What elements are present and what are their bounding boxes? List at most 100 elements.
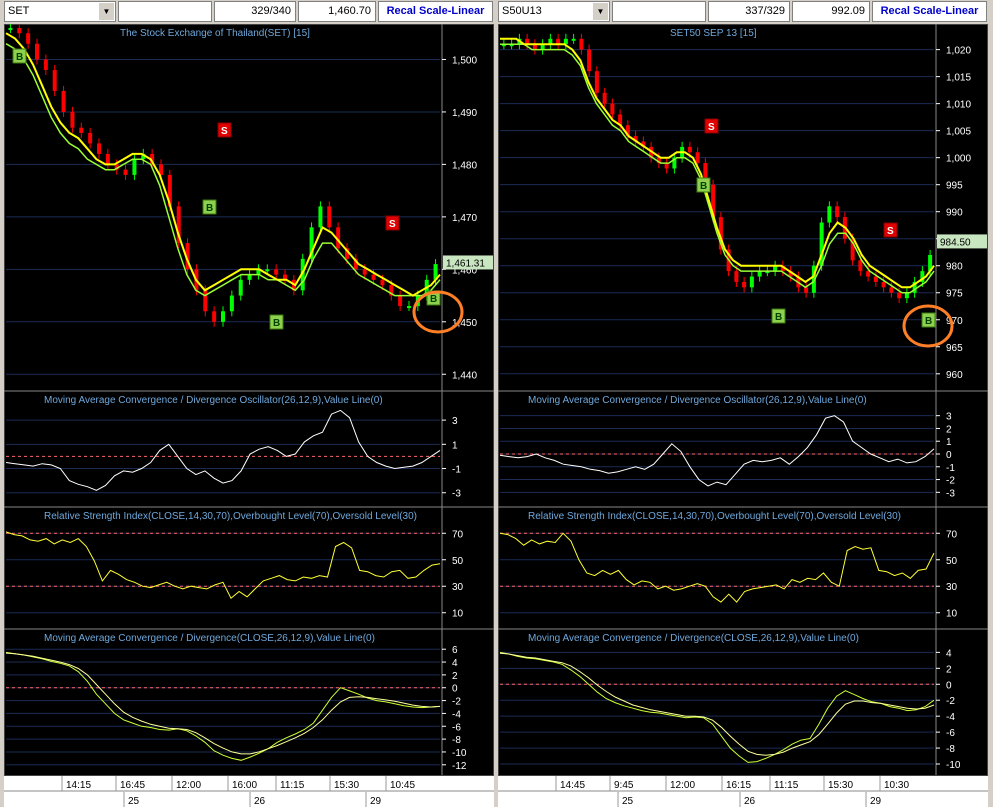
- candle-body: [88, 132, 93, 144]
- last-price: 992.09: [792, 1, 870, 22]
- left-toolbar: SET ▼ 329/340 1,460.70 Recal Scale-Linea…: [4, 0, 494, 24]
- candle-body: [274, 269, 279, 275]
- time-label: 16:00: [232, 780, 257, 791]
- osc-tick-label: -1: [452, 465, 461, 476]
- price-tick-label: 1,500: [452, 55, 477, 66]
- candle-body: [881, 281, 886, 288]
- candle-body: [664, 163, 669, 169]
- osc-tick-label: 1: [946, 437, 952, 448]
- candle-body: [866, 271, 871, 277]
- candle-body: [579, 38, 584, 50]
- ema-slow-line: [500, 43, 935, 294]
- candle-body: [61, 90, 66, 112]
- osc-tick-label: 2: [946, 424, 952, 435]
- osc-tick-label: 3: [452, 416, 458, 427]
- ema-slow-line: [5, 43, 441, 297]
- osc-tick-label: -3: [946, 488, 955, 499]
- osc-tick-label: -3: [452, 489, 461, 500]
- time-label: 14:15: [66, 780, 91, 791]
- bar-count: 329/340: [214, 1, 296, 22]
- right-toolbar: S50U13 ▼ 337/329 992.09 Recal Scale-Line…: [498, 0, 988, 24]
- left-chart-pane: SET ▼ 329/340 1,460.70 Recal Scale-Linea…: [4, 0, 494, 807]
- candle-body: [904, 292, 909, 299]
- time-label: 10:30: [884, 780, 909, 791]
- signal-label: S: [887, 226, 894, 237]
- macd-tick-label: -2: [452, 697, 461, 708]
- candle-body: [407, 306, 411, 309]
- candle-body: [238, 279, 243, 296]
- time-label: 11:15: [280, 780, 305, 791]
- candle-body: [265, 269, 270, 272]
- candle-body: [587, 49, 592, 72]
- candle-body: [362, 269, 367, 275]
- candle-body: [203, 290, 208, 312]
- macd-tick-label: 2: [452, 671, 458, 682]
- time-label: 9:45: [614, 780, 634, 791]
- macd-series-line: [5, 651, 441, 761]
- candle-body: [318, 206, 323, 228]
- macd-tick-label: -2: [946, 696, 955, 707]
- recal-scale-button[interactable]: Recal Scale-Linear: [378, 1, 493, 22]
- signal-label: S: [389, 219, 396, 230]
- time-label: 12:00: [670, 780, 695, 791]
- symbol-select[interactable]: SET ▼: [4, 1, 116, 22]
- time-label: 10:45: [390, 780, 415, 791]
- candle-body: [695, 152, 700, 164]
- rsi-tick-label: 10: [946, 609, 958, 620]
- candle-body: [8, 28, 13, 30]
- macd-tick-label: -8: [946, 744, 955, 755]
- candle-body: [742, 281, 747, 288]
- date-label: 26: [254, 796, 266, 807]
- candle-body: [602, 92, 607, 104]
- symbol-value: SET: [8, 5, 30, 17]
- macd-tick-label: 6: [452, 645, 458, 656]
- candle-body: [221, 311, 225, 322]
- rsi-tick-label: 70: [946, 529, 958, 540]
- macd-tick-label: 0: [946, 680, 952, 691]
- candle-body: [858, 260, 863, 272]
- candle-body: [835, 206, 840, 218]
- signal-label: S: [708, 122, 715, 133]
- osc-panel-title: Moving Average Convergence / Divergence …: [528, 395, 867, 406]
- osc-tick-label: 3: [946, 412, 952, 423]
- price-tick-label: 1,020: [946, 46, 971, 57]
- last-value-label: 984.50: [940, 237, 971, 248]
- recal-scale-button[interactable]: Recal Scale-Linear: [872, 1, 987, 22]
- chevron-down-icon[interactable]: ▼: [98, 3, 114, 20]
- rsi-panel-title: Relative Strength Index(CLOSE,14,30,70),…: [528, 511, 901, 522]
- right-chart-svg[interactable]: 1,0201,0151,0101,0051,000995990985980975…: [498, 24, 988, 807]
- price-panel-title: The Stock Exchange of Thailand(SET) [15]: [120, 28, 310, 39]
- rsi-panel-title: Relative Strength Index(CLOSE,14,30,70),…: [44, 511, 417, 522]
- candle-body: [371, 274, 376, 280]
- bar-count: 337/329: [708, 1, 790, 22]
- rsi-tick-label: 10: [452, 609, 464, 620]
- osc-series-line: [499, 415, 935, 487]
- price-tick-label: 1,000: [946, 154, 971, 165]
- signal-label: B: [16, 52, 23, 63]
- candle-body: [398, 295, 403, 307]
- signal-label: B: [925, 316, 932, 327]
- candle-body: [897, 292, 902, 299]
- osc-panel-title: Moving Average Convergence / Divergence …: [44, 395, 383, 406]
- date-label: 29: [870, 796, 882, 807]
- macd-tick-label: -8: [452, 735, 461, 746]
- candle-body: [571, 38, 576, 41]
- candle-body: [873, 276, 878, 282]
- chevron-down-icon[interactable]: ▼: [592, 3, 608, 20]
- symbol-value: S50U13: [502, 5, 542, 17]
- time-label: 12:00: [176, 780, 201, 791]
- signal-label: B: [775, 312, 782, 323]
- right-chart-pane: S50U13 ▼ 337/329 992.09 Recal Scale-Line…: [498, 0, 988, 807]
- macd-panel-title: Moving Average Convergence / Divergence(…: [44, 633, 375, 644]
- left-chart-svg[interactable]: 1,5001,4901,4801,4701,4601,4501,440The S…: [4, 24, 494, 807]
- blank-field: [118, 1, 212, 22]
- candle-body: [35, 43, 39, 60]
- candle-body: [52, 69, 57, 91]
- price-tick-label: 995: [946, 181, 963, 192]
- candle-body: [247, 274, 252, 280]
- rsi-tick-label: 50: [452, 556, 464, 567]
- time-label: 15:30: [828, 780, 853, 791]
- macd-tick-label: -6: [452, 722, 461, 733]
- symbol-select[interactable]: S50U13 ▼: [498, 1, 610, 22]
- blank-field: [612, 1, 706, 22]
